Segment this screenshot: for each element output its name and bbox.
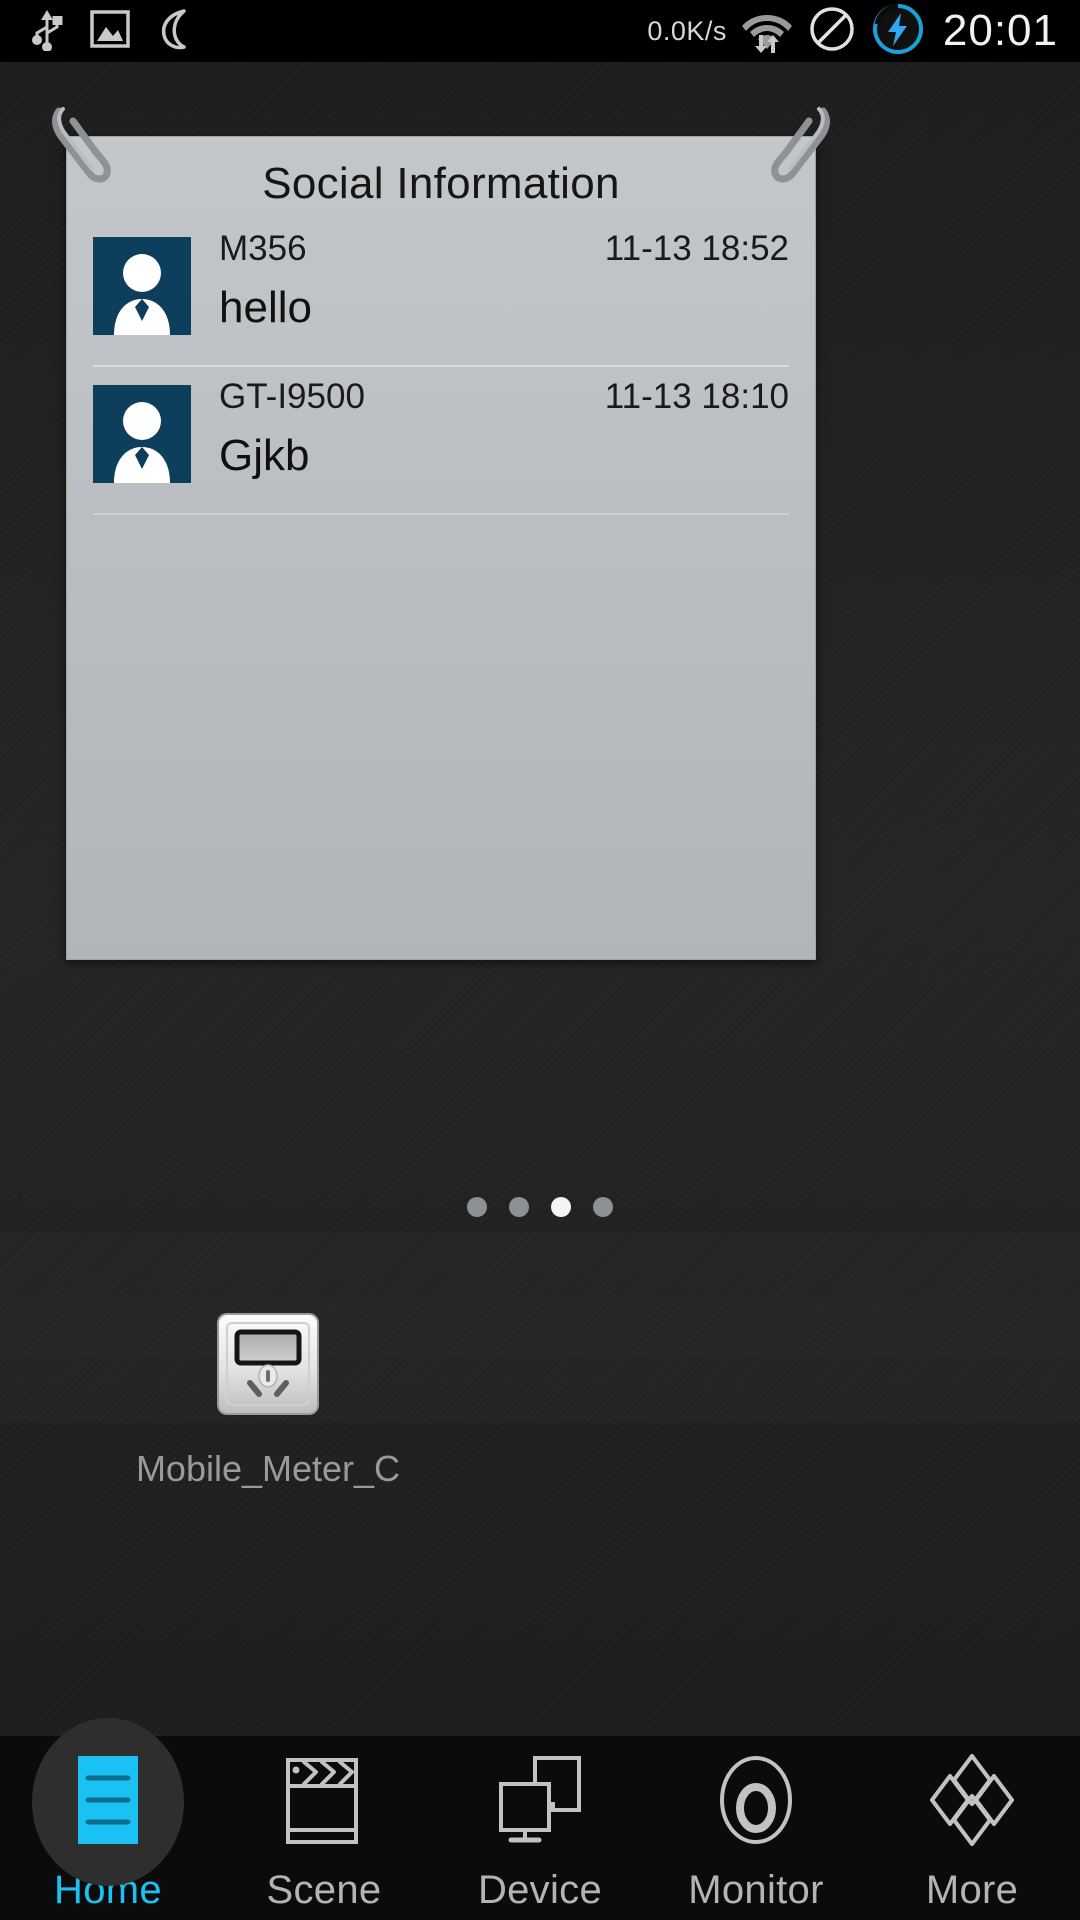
message-text: hello: [219, 283, 312, 332]
battery-charging-icon: [871, 2, 925, 61]
widget-title: Social Information: [262, 159, 620, 208]
nav-item-scene[interactable]: Scene: [216, 1736, 432, 1920]
nav-item-device[interactable]: Device: [432, 1736, 648, 1920]
nav-item-more[interactable]: More: [864, 1736, 1080, 1920]
status-bar-left-icons: [0, 7, 194, 56]
message-body: M356 11-13 18:52 hello: [219, 229, 789, 333]
wifi-data-icon: [741, 5, 793, 58]
message-text: Gjkb: [219, 431, 310, 480]
message-sender: GT-I9500: [219, 377, 365, 416]
message-sender: M356: [219, 229, 307, 268]
status-bar-right-icons: 0.0K/s 20:01: [647, 2, 1080, 61]
list-lines-icon: [74, 1752, 142, 1853]
app-shortcut-mobile-meter-c[interactable]: Mobile_Meter_C: [118, 1310, 418, 1490]
eye-icon: [710, 1752, 802, 1853]
diamonds-icon: [922, 1752, 1022, 1853]
nav-item-monitor[interactable]: Monitor: [648, 1736, 864, 1920]
nav-label-device: Device: [477, 1868, 603, 1912]
network-speed-label: 0.0K/s: [647, 15, 727, 46]
page-dot[interactable]: [467, 1197, 487, 1217]
social-information-widget[interactable]: Social Information M356 11-13 18:52 hell…: [52, 107, 830, 960]
message-header: M356 11-13 18:52: [219, 229, 789, 269]
app-shortcut-label: Mobile_Meter_C: [135, 1448, 401, 1489]
status-bar: 0.0K/s 20:01: [0, 0, 1080, 62]
page-indicator: [0, 1197, 1080, 1217]
nav-item-home[interactable]: Home: [0, 1736, 216, 1920]
list-item[interactable]: GT-I9500 11-13 18:10 Gjkb: [93, 367, 789, 515]
monitors-icon: [491, 1752, 589, 1853]
person-avatar-icon: [93, 237, 191, 335]
status-bar-clock: 20:01: [942, 6, 1058, 55]
social-message-list: M356 11-13 18:52 hello GT-I9500 11-13 18…: [67, 219, 815, 515]
nav-label-scene: Scene: [266, 1868, 382, 1912]
page-dot-active[interactable]: [551, 1197, 571, 1217]
moon-icon: [154, 7, 194, 56]
list-item[interactable]: M356 11-13 18:52 hello: [93, 219, 789, 367]
message-timestamp: 11-13 18:10: [604, 377, 789, 416]
clapperboard-icon: [278, 1752, 370, 1853]
power-socket-icon: [214, 1310, 322, 1418]
page-dot[interactable]: [593, 1197, 613, 1217]
bottom-navigation-bar: Home Scene Device Monitor More: [0, 1735, 1080, 1920]
nav-label-monitor: Monitor: [688, 1868, 824, 1912]
nav-label-more: More: [925, 1868, 1019, 1912]
person-avatar-icon: [93, 385, 191, 483]
message-header: GT-I9500 11-13 18:10: [219, 377, 789, 417]
page-dot[interactable]: [509, 1197, 529, 1217]
usb-icon: [28, 7, 66, 56]
message-body: GT-I9500 11-13 18:10 Gjkb: [219, 377, 789, 481]
message-timestamp: 11-13 18:52: [604, 229, 789, 268]
mute-icon: [807, 4, 857, 59]
screenshot-image-icon: [88, 7, 132, 56]
